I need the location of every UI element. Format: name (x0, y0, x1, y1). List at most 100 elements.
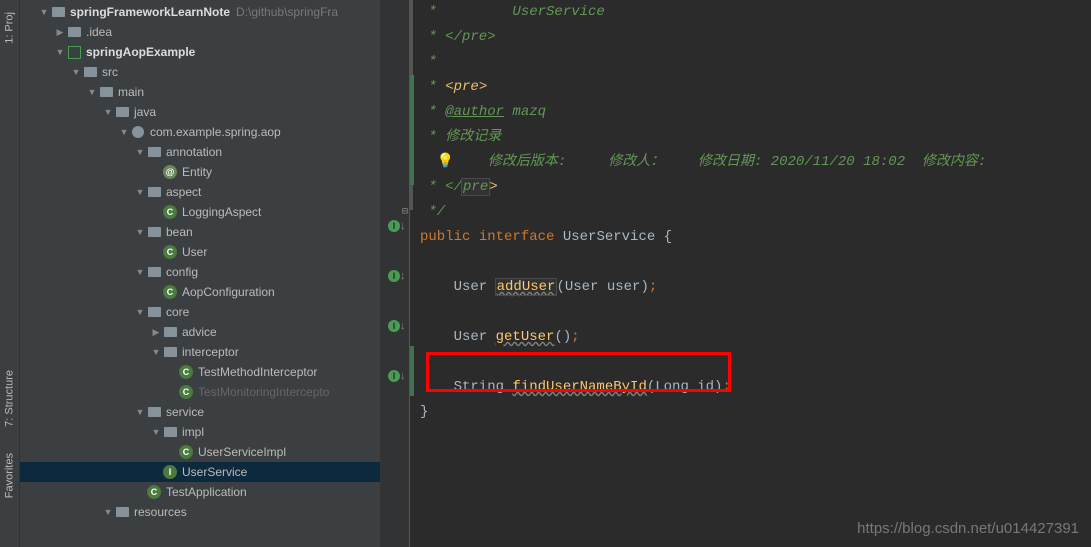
code-text: 修改后版本: 修改人： 修改日期: (454, 154, 770, 170)
code-text: */ (420, 204, 445, 220)
tab-structure[interactable]: 7: Structure (0, 362, 19, 435)
code-text: public (420, 229, 470, 245)
code-text: * (420, 54, 437, 70)
chevron-down-icon: ▼ (54, 46, 66, 58)
tab-favorites[interactable]: Favorites (0, 445, 19, 506)
folder-icon (68, 27, 81, 37)
code-text: (User user) (556, 279, 648, 295)
implemented-icon[interactable]: I↓ (388, 270, 406, 282)
tree-label: annotation (166, 145, 222, 159)
tree-aspect[interactable]: ▼ aspect (20, 182, 380, 202)
code-text: * </pre> (420, 29, 496, 45)
code-text: ; (722, 379, 730, 395)
code-text: () (554, 329, 571, 345)
tree-file-user[interactable]: C User (20, 242, 380, 262)
code-content[interactable]: * UserService * </pre> * * <pre> * @auth… (410, 0, 1091, 547)
chevron-down-icon: ▼ (70, 66, 82, 78)
tree-src[interactable]: ▼ src (20, 62, 380, 82)
folder-icon (148, 307, 161, 317)
watermark: https://blog.csdn.net/u014427391 (857, 520, 1079, 537)
tree-package[interactable]: ▼ com.example.spring.aop (20, 122, 380, 142)
tree-main[interactable]: ▼ main (20, 82, 380, 102)
implemented-icon[interactable]: I↓ (388, 320, 406, 332)
tree-bean[interactable]: ▼ bean (20, 222, 380, 242)
code-text: <pre> (445, 79, 487, 95)
folder-icon (164, 347, 177, 357)
class-icon: C (163, 205, 177, 219)
tree-file-userserviceimpl[interactable]: C UserServiceImpl (20, 442, 380, 462)
tree-interceptor[interactable]: ▼ interceptor (20, 342, 380, 362)
chevron-down-icon: ▼ (150, 346, 162, 358)
folder-icon (148, 227, 161, 237)
tree-file-testapp[interactable]: C TestApplication (20, 482, 380, 502)
tree-java[interactable]: ▼ java (20, 102, 380, 122)
tree-file-aopconfig[interactable]: C AopConfiguration (20, 282, 380, 302)
code-text: interface (470, 229, 554, 245)
tree-advice[interactable]: ▶ advice (20, 322, 380, 342)
class-icon: C (147, 485, 161, 499)
tree-impl[interactable]: ▼ impl (20, 422, 380, 442)
left-tool-gutter: 1: Proj 7: Structure Favorites (0, 0, 20, 547)
module-icon (68, 46, 81, 59)
bulb-icon[interactable]: 💡 (437, 154, 454, 170)
chevron-down-icon: ▼ (150, 426, 162, 438)
tree-resources[interactable]: ▼ resources (20, 502, 380, 522)
tree-label: bean (166, 225, 193, 239)
code-text: @author (445, 104, 504, 120)
tree-file-entity[interactable]: @ Entity (20, 162, 380, 182)
code-text: * (420, 79, 445, 95)
code-text: > (489, 179, 497, 195)
code-text: * 修改记录 (420, 129, 501, 145)
code-text: mazq (504, 104, 546, 120)
code-text: findUserNameById (512, 379, 646, 395)
folder-icon (148, 267, 161, 277)
tree-label: TestMethodInterceptor (198, 365, 317, 379)
chevron-right-icon: ▶ (150, 326, 162, 338)
code-text: pre (462, 179, 489, 195)
tree-config[interactable]: ▼ config (20, 262, 380, 282)
tree-file-testmethodint[interactable]: C TestMethodInterceptor (20, 362, 380, 382)
folder-icon (148, 147, 161, 157)
chevron-down-icon: ▼ (86, 86, 98, 98)
tree-annotation[interactable]: ▼ annotation (20, 142, 380, 162)
tree-label: java (134, 105, 156, 119)
chevron-down-icon: ▼ (134, 186, 146, 198)
chevron-down-icon: ▼ (118, 126, 130, 138)
folder-icon (164, 327, 177, 337)
folder-icon (100, 87, 113, 97)
tree-label: .idea (86, 25, 112, 39)
tree-file-loggingaspect[interactable]: C LoggingAspect (20, 202, 380, 222)
chevron-right-icon: ▶ (54, 26, 66, 38)
folder-icon (116, 507, 129, 517)
annotation-icon: @ (163, 165, 177, 179)
class-icon: C (179, 365, 193, 379)
tree-core[interactable]: ▼ core (20, 302, 380, 322)
tab-project[interactable]: 1: Proj (0, 4, 19, 52)
tree-file-userservice[interactable]: I UserService (20, 462, 380, 482)
tree-label: LoggingAspect (182, 205, 261, 219)
tree-root[interactable]: ▼ springFrameworkLearnNote D:\github\spr… (20, 2, 380, 22)
tree-module[interactable]: ▼ springAopExample (20, 42, 380, 62)
tree-label: service (166, 405, 204, 419)
tree-label: com.example.spring.aop (150, 125, 281, 139)
implemented-icon[interactable]: I↓ (388, 370, 406, 382)
tree-service[interactable]: ▼ service (20, 402, 380, 422)
change-marker-green (410, 75, 414, 185)
tree-label: User (182, 245, 207, 259)
tree-label: UserServiceImpl (198, 445, 286, 459)
code-text: ; (649, 279, 657, 295)
collapse-icon[interactable]: ⊟ (402, 200, 408, 225)
tree-label: main (118, 85, 144, 99)
folder-icon (148, 187, 161, 197)
editor-gutter[interactable]: I↓ I↓ I↓ I↓ (386, 0, 410, 547)
tree-idea[interactable]: ▶ .idea (20, 22, 380, 42)
project-tree[interactable]: ▼ springFrameworkLearnNote D:\github\spr… (20, 0, 380, 547)
editor[interactable]: I↓ I↓ I↓ I↓ * UserService * </pre> * * <… (380, 0, 1091, 547)
tree-label: core (166, 305, 189, 319)
code-text: User (420, 329, 496, 345)
tree-label: AopConfiguration (182, 285, 275, 299)
class-icon: C (179, 445, 193, 459)
tree-label: config (166, 265, 198, 279)
chevron-down-icon: ▼ (38, 6, 50, 18)
tree-file-testmonitorint[interactable]: C TestMonitoringIntercepto (20, 382, 380, 402)
